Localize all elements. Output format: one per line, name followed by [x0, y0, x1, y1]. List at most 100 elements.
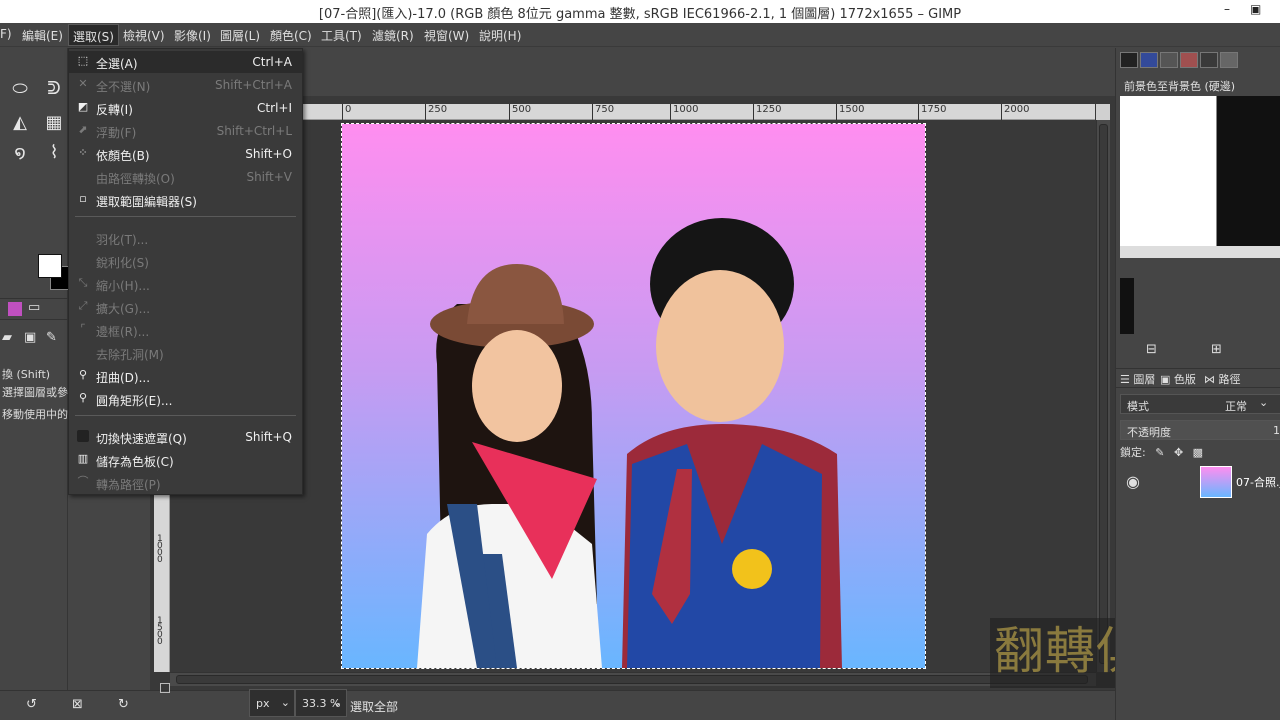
select-menu-dropdown: ⬚ 全選(A) Ctrl+A ✕ 全不選(N) Shift+Ctrl+A ◩ 反… — [68, 48, 303, 495]
menu-item-feather[interactable]: 羽化(T)... — [69, 227, 302, 249]
move-path-mode-icon[interactable]: ✎ — [46, 330, 57, 345]
menu-windows[interactable]: 視窗(W) — [424, 27, 469, 44]
horizontal-ruler[interactable]: 0 250 500 750 1000 1250 1500 1750 2000 — [170, 104, 1095, 120]
vertical-scrollbar[interactable] — [1096, 120, 1110, 672]
opacity-label: 不透明度 — [1127, 426, 1171, 439]
zoom-in-icon[interactable]: ⊞ — [1211, 342, 1222, 357]
menu-item-toggle-quick-mask[interactable]: 切換快速遮罩(Q) Shift+Q — [69, 426, 302, 448]
unit-select[interactable]: px ⌄ — [249, 689, 295, 717]
menu-image[interactable]: 影像(I) — [174, 27, 211, 44]
gradients-tab-icon[interactable] — [1220, 52, 1238, 68]
ruler-tick: 1750 — [918, 104, 946, 120]
restore-button[interactable]: ▣ — [1250, 2, 1261, 16]
menu-item-invert[interactable]: ◩ 反轉(I) Ctrl+I — [69, 97, 302, 119]
menu-item-select-all[interactable]: ⬚ 全選(A) Ctrl+A — [69, 51, 302, 73]
lock-alpha-icon[interactable]: ▩ — [1193, 446, 1203, 459]
lock-position-icon[interactable]: ✥ — [1174, 446, 1183, 459]
ruler-tick: 0 — [342, 104, 351, 120]
undo-icon[interactable]: ↺ — [26, 697, 37, 712]
photo-illustration — [417, 218, 842, 668]
move-selection-mode-icon[interactable]: ▣ — [24, 330, 36, 345]
zoom-out-icon[interactable]: ⊟ — [1146, 342, 1157, 357]
layer-name: 07-合照.j — [1236, 476, 1280, 489]
ruler-tick: 750 — [592, 104, 614, 120]
menu-item-border[interactable]: ⌜ 邊框(R)... — [69, 319, 302, 341]
menu-tools[interactable]: 工具(T) — [321, 27, 362, 44]
canvas-image[interactable] — [341, 123, 926, 669]
redo-icon[interactable]: ↻ — [118, 697, 129, 712]
navigate-corner-button[interactable] — [1096, 104, 1110, 120]
lasso-icon[interactable]: ᕲ — [40, 76, 68, 102]
menu-file[interactable]: F) — [0, 27, 12, 41]
selection-editor-icon: ▫ — [79, 192, 87, 205]
ellipse-select-icon[interactable]: ⬭ — [6, 76, 34, 102]
menu-item-distort[interactable]: ⚲ 扭曲(D)... — [69, 365, 302, 387]
gradient-editor-preview[interactable] — [1120, 96, 1280, 246]
device-status-tab-icon[interactable]: ▭ — [28, 300, 40, 315]
tool-option-line1[interactable]: 選擇圖層或參 — [2, 384, 68, 400]
bucket-fill-icon[interactable]: ◭ — [6, 110, 34, 136]
lock-label: 鎖定: — [1120, 446, 1146, 459]
menu-item-selection-editor[interactable]: ▫ 選取範圍編輯器(S) — [69, 189, 302, 211]
menu-layer[interactable]: 圖層(L) — [220, 27, 260, 44]
status-bar: ↺ ⊠ ↻ 選取全部 — [0, 683, 1115, 720]
menu-item-grow[interactable]: ⤢ 擴大(G)... — [69, 296, 302, 318]
menu-view[interactable]: 檢視(V) — [123, 27, 165, 44]
scroll-thumb[interactable] — [1099, 124, 1108, 664]
document-history-tab-icon[interactable] — [1200, 52, 1218, 68]
menu-item-select-none[interactable]: ✕ 全不選(N) Shift+Ctrl+A — [69, 74, 302, 96]
menu-item-to-path[interactable]: ⌒ 轉為路徑(P) — [69, 472, 302, 494]
tool-option-line2[interactable]: 移動使用中的 — [2, 406, 68, 422]
lock-pixels-icon[interactable]: ✎ — [1155, 446, 1164, 459]
tool-toggle-label: 換 (Shift) — [2, 368, 51, 381]
layers-tab[interactable]: ☰ 圖層 — [1120, 371, 1155, 387]
menu-item-float[interactable]: ⬈ 浮動(F) Shift+Ctrl+L — [69, 120, 302, 142]
brushes-tab-icon[interactable] — [1120, 52, 1138, 68]
menu-select[interactable]: 選取(S) — [68, 24, 119, 46]
scroll-thumb[interactable] — [176, 675, 1088, 684]
layer-item[interactable]: ◉ 07-合照.j — [1120, 462, 1280, 502]
gradient-slider[interactable] — [1120, 246, 1280, 258]
minimize-button[interactable]: – — [1224, 2, 1230, 16]
warp-icon[interactable]: ⌇ — [40, 140, 68, 166]
channels-tab[interactable]: ▣ 色版 — [1160, 371, 1196, 387]
menu-help[interactable]: 說明(H) — [479, 27, 521, 44]
menu-item-shrink[interactable]: ⤡ 縮小(H)... — [69, 273, 302, 295]
horizontal-scrollbar[interactable] — [170, 672, 1096, 686]
menu-edit[interactable]: 編輯(E) — [22, 27, 63, 44]
menu-filters[interactable]: 濾鏡(R) — [372, 27, 414, 44]
zoom-select[interactable]: 33.3 % ⌄ — [295, 689, 347, 717]
from-path-icon — [77, 170, 89, 182]
mode-value[interactable]: 正常 — [1225, 398, 1247, 414]
ruler-tick: 2000 — [1001, 104, 1029, 120]
mode-row: 模式 正常 ⌄ — [1120, 394, 1280, 414]
foreground-color-swatch[interactable] — [38, 254, 62, 278]
menu-item-by-color[interactable]: ⁘ 依顏色(B) Shift+O — [69, 143, 302, 165]
layers-tab-strip: ☰ 圖層 ▣ 色版 ⋈ 路徑 — [1116, 368, 1280, 388]
smudge-icon[interactable]: ໑ — [6, 140, 34, 166]
quick-mask-toggle-icon[interactable] — [160, 683, 170, 693]
menu-item-remove-holes[interactable]: 去除孔洞(M) — [69, 342, 302, 364]
unit-value: px — [256, 697, 270, 710]
tool-options-tab-icon[interactable] — [8, 302, 22, 316]
title-bar: [07-合照](匯入)-17.0 (RGB 顏色 8位元 gamma 整數, s… — [0, 0, 1280, 23]
patterns-tab-icon[interactable] — [1140, 52, 1158, 68]
images-tab-icon[interactable] — [1180, 52, 1198, 68]
eye-icon[interactable]: ◉ — [1126, 472, 1140, 491]
fonts-tab-icon[interactable] — [1160, 52, 1178, 68]
menu-item-save-to-channel[interactable]: ▥ 儲存為色板(C) — [69, 449, 302, 471]
menu-colors[interactable]: 顏色(C) — [270, 27, 312, 44]
menu-item-rounded-rectangle[interactable]: ⚲ 圓角矩形(E)... — [69, 388, 302, 410]
rounded-rect-icon: ⚲ — [78, 391, 88, 404]
select-all-icon: ⬚ — [77, 54, 89, 67]
ruler-tick: 1500 — [157, 616, 163, 647]
menu-item-from-path[interactable]: 由路徑轉換(O) Shift+V — [69, 166, 302, 188]
move-layer-mode-icon[interactable]: ▰ — [2, 330, 12, 345]
gradient-tool-icon[interactable]: ▦ — [40, 110, 68, 136]
delete-icon[interactable]: ⊠ — [72, 697, 83, 712]
paths-tab[interactable]: ⋈ 路徑 — [1204, 371, 1241, 387]
menu-item-sharpen[interactable]: 銳利化(S) — [69, 250, 302, 272]
menu-separator — [75, 415, 296, 416]
menu-bar: F) 編輯(E) 選取(S) 檢視(V) 影像(I) 圖層(L) 顏色(C) 工… — [0, 23, 1280, 47]
opacity-slider[interactable]: 不透明度 10 — [1120, 420, 1280, 440]
